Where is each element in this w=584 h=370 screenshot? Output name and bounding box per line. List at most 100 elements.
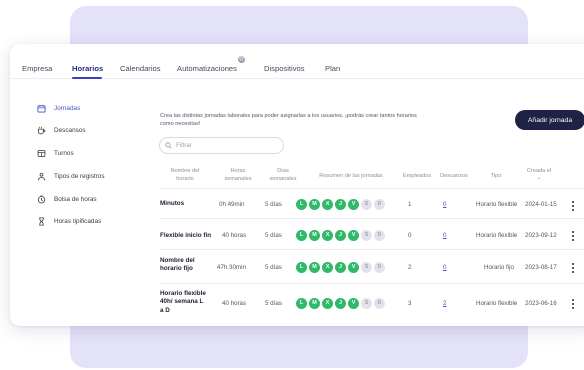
hourglass-icon (36, 216, 46, 226)
day-chip-sat: S (361, 199, 372, 210)
intro-text: Crea las distintas jornadas laborales pa… (160, 113, 417, 128)
row-2-hours: 40 horas (222, 232, 247, 239)
day-chip-thu: J (335, 230, 346, 241)
column-header-type[interactable]: Tipo (480, 173, 512, 181)
column-header-name[interactable]: Nombre del horario (162, 168, 208, 183)
top-nav: Empresa Horarios Calendarios Automatizac… (10, 44, 584, 79)
row-divider (160, 218, 584, 219)
tab-calendarios[interactable]: Calendarios (120, 64, 161, 73)
row-2-more-icon[interactable] (570, 231, 576, 241)
row-divider (160, 249, 584, 250)
sidebar-item-bolsa-de-horas[interactable]: Bolsa de horas (36, 194, 97, 204)
row-1-type: Horario flexible (476, 201, 518, 208)
sidebar-item-tipos-de-registros[interactable]: Tipos de registros (36, 171, 105, 181)
tab-dispositivos[interactable]: Dispositivos (264, 64, 305, 73)
day-chip-tue: M (309, 230, 320, 241)
sidebar-item-descansos[interactable]: Descansos (36, 125, 86, 135)
day-chip-fri: V (348, 199, 359, 210)
sidebar-item-label: Bolsa de horas (54, 195, 97, 203)
coffee-icon (36, 125, 46, 135)
sidebar-item-label: Tipos de registros (54, 172, 105, 180)
row-divider (160, 283, 584, 284)
row-1-created: 2024-01-15 (525, 201, 557, 208)
row-1-days: 5 días (265, 201, 282, 208)
row-3-hours: 47h 30min (217, 264, 246, 271)
row-4-day-summary: L M X J V S D (296, 298, 385, 309)
row-4-created: 2023-06-16 (525, 300, 557, 307)
row-2-day-summary: L M X J V S D (296, 230, 385, 241)
tab-horarios[interactable]: Horarios (72, 64, 103, 73)
row-1-more-icon[interactable] (570, 201, 576, 211)
clock-icon (36, 194, 46, 204)
day-chip-sun: D (374, 298, 385, 309)
row-4-breaks[interactable]: 2 (443, 300, 446, 307)
row-3-employees: 2 (408, 264, 412, 271)
day-chip-mon: L (296, 199, 307, 210)
row-4-hours: 40 horas (222, 300, 247, 307)
row-2-employees: 0 (408, 232, 412, 239)
day-chip-wed: X (322, 230, 333, 241)
sort-chevron-icon[interactable]: ⌄ (522, 175, 556, 183)
column-header-breaks[interactable]: Descansos (438, 173, 470, 181)
active-tab-indicator (72, 77, 102, 79)
row-3-breaks[interactable]: 0 (443, 264, 446, 271)
day-chip-sun: D (374, 262, 385, 273)
row-4-more-icon[interactable] (570, 299, 576, 309)
row-1-name[interactable]: Minutos (160, 200, 218, 208)
row-3-days: 5 días (265, 264, 282, 271)
add-jornada-button[interactable]: Añadir jornada (515, 110, 584, 130)
day-chip-fri: V (348, 298, 359, 309)
row-2-name[interactable]: Flexible inicio fin (160, 232, 224, 240)
row-2-breaks[interactable]: 0 (443, 232, 446, 239)
day-chip-sat: S (361, 298, 372, 309)
sidebar-item-turnos[interactable]: Turnos (36, 148, 74, 158)
row-3-day-summary: L M X J V S D (296, 262, 385, 273)
column-header-days[interactable]: Días semanales (266, 168, 300, 183)
sidebar-item-horas-tipificadas[interactable]: Horas tipificadas (36, 216, 101, 226)
row-4-employees: 3 (408, 300, 412, 307)
calendar-icon (36, 103, 46, 113)
row-1-breaks[interactable]: 0 (443, 201, 446, 208)
day-chip-mon: L (296, 262, 307, 273)
sidebar-item-label: Horas tipificadas (54, 217, 102, 225)
sidebar-item-label: Turnos (54, 149, 74, 157)
day-chip-sun: D (374, 199, 385, 210)
day-chip-mon: L (296, 298, 307, 309)
sidebar-item-jornadas[interactable]: Jornadas (36, 103, 80, 113)
row-3-more-icon[interactable] (570, 263, 576, 273)
day-chip-sat: S (361, 262, 372, 273)
row-3-type: Horario fijo (484, 264, 514, 271)
row-4-name[interactable]: Horario flexible 40h/ semana L a D (160, 290, 208, 315)
people-icon (36, 171, 46, 181)
day-chip-tue: M (309, 262, 320, 273)
day-chip-mon: L (296, 230, 307, 241)
day-chip-wed: X (322, 262, 333, 273)
row-3-created: 2023-08-17 (525, 264, 557, 271)
row-4-type: Horario flexible (476, 300, 518, 307)
search-placeholder: Filtrar (176, 142, 192, 149)
column-header-summary[interactable]: Resumen de las jornadas (306, 173, 396, 181)
row-4-days: 5 días (265, 300, 282, 307)
row-1-day-summary: L M X J V S D (296, 199, 385, 210)
row-3-name[interactable]: Nombre del horario fijo (160, 257, 210, 274)
tab-empresa[interactable]: Empresa (22, 64, 52, 73)
automatizaciones-badge: @ (238, 56, 245, 63)
row-2-days: 5 días (265, 232, 282, 239)
settings-window: Empresa Horarios Calendarios Automatizac… (10, 44, 584, 326)
column-header-hours[interactable]: Horas semanales (218, 168, 258, 183)
day-chip-sun: D (374, 230, 385, 241)
tab-plan[interactable]: Plan (325, 64, 340, 73)
day-chip-fri: V (348, 230, 359, 241)
day-chip-tue: M (309, 199, 320, 210)
header-divider (160, 188, 584, 189)
day-chip-sat: S (361, 230, 372, 241)
day-chip-thu: J (335, 262, 346, 273)
row-2-type: Horario flexible (476, 232, 518, 239)
row-2-created: 2023-09-12 (525, 232, 557, 239)
column-header-employees[interactable]: Empleados (396, 173, 438, 181)
sidebar-item-label: Jornadas (54, 104, 81, 112)
day-chip-wed: X (322, 298, 333, 309)
tab-automatizaciones[interactable]: Automatizaciones (177, 64, 237, 73)
row-1-employees: 1 (408, 201, 412, 208)
search-input[interactable]: Filtrar (159, 137, 284, 154)
